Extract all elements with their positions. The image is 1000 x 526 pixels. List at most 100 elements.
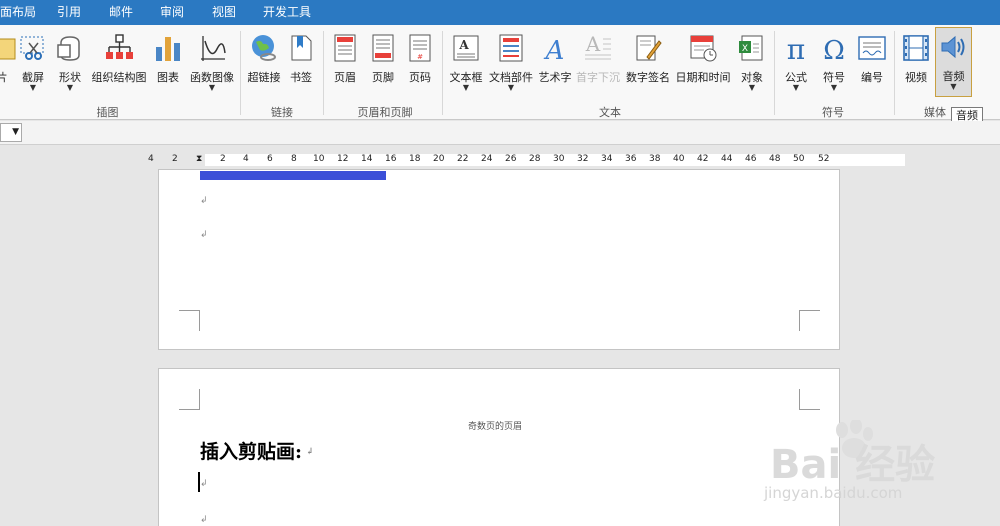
page-2[interactable]: 奇数页的页眉 插入剪贴画: ↲ ↲ ↲ — [158, 368, 840, 526]
audio-button[interactable]: 音频 ▼ — [935, 27, 972, 97]
ruler-tick: 50 — [793, 154, 805, 164]
omega-icon: Ω — [823, 36, 845, 63]
page-1[interactable]: ↲ ↲ — [158, 169, 840, 350]
numbering-icon — [858, 36, 886, 60]
menu-mailings[interactable]: 邮件 — [109, 0, 133, 25]
quick-parts-button[interactable]: 文档部件 ▼ — [487, 29, 535, 117]
smartart-label: 组织结构图 — [91, 71, 147, 84]
calendar-clock-icon — [690, 35, 717, 62]
horizontal-ruler[interactable]: 4 2 ⧗ 2 4 6 8 10 12 14 16 18 20 22 24 26… — [143, 154, 905, 166]
ruler-tick: 4 — [243, 154, 249, 164]
group-label-header-footer: 页眉和页脚 — [357, 106, 413, 119]
svg-text:Ω: Ω — [823, 36, 845, 63]
menu-references[interactable]: 引用 — [57, 0, 81, 25]
chevron-down-icon: ▼ — [507, 83, 515, 92]
ruler-tick: 40 — [673, 154, 685, 164]
function-image-button[interactable]: 函数图像 ▼ — [186, 29, 238, 117]
speaker-icon — [941, 35, 964, 59]
pi-icon: π — [787, 33, 805, 63]
group-label-symbols: 符号 — [822, 106, 844, 119]
bar-chart-icon — [156, 37, 180, 61]
equation-button[interactable]: π 公式 ▼ — [778, 29, 814, 117]
style-dropdown[interactable]: ▼ — [0, 123, 22, 142]
picture-button[interactable]: 片 — [0, 29, 16, 117]
chevron-down-icon: ▼ — [792, 83, 800, 92]
watermark-url: jingyan.baidu.com — [764, 484, 903, 502]
margin-corner — [799, 389, 820, 410]
numbering-label: 编号 — [861, 71, 883, 84]
ruler-tick: 52 — [818, 154, 830, 164]
paragraph-mark: ↲ — [200, 230, 208, 240]
ruler-tick: 10 — [313, 154, 325, 164]
wordart-label: 艺术字 — [538, 71, 572, 84]
watermark-brand: Bai 经验 — [770, 442, 936, 488]
ruler-tick: 46 — [745, 154, 757, 164]
margin-corner — [179, 389, 200, 410]
chart-button[interactable]: 图表 — [150, 29, 186, 117]
shapes-icon — [57, 36, 80, 61]
screenshot-button[interactable]: 截屏 ▼ — [14, 29, 52, 117]
group-label-text: 文本 — [599, 106, 621, 119]
ruler-tick: 8 — [291, 154, 297, 164]
margin-corner — [179, 310, 200, 331]
group-label-links: 链接 — [271, 106, 293, 119]
group-label-illustrations: 插图 — [96, 106, 119, 119]
ruler-tick: 6 — [267, 154, 273, 164]
org-chart-icon — [106, 34, 133, 59]
hyperlink-label: 超链接 — [247, 71, 281, 84]
header-text: 奇数页的页眉 — [468, 422, 523, 432]
hyperlink-text[interactable] — [200, 171, 386, 180]
datetime-button[interactable]: 日期和时间 — [674, 29, 732, 117]
ruler-tick: 32 — [577, 154, 589, 164]
ruler-tick: 18 — [409, 154, 421, 164]
menu-view[interactable]: 视图 — [212, 0, 236, 25]
footer-label: 页脚 — [372, 71, 394, 84]
chevron-down-icon: ▼ — [66, 83, 74, 92]
chevron-down-icon: ▼ — [462, 83, 470, 92]
ruler-tick: 4 — [148, 154, 154, 164]
ruler-tick: 14 — [361, 154, 373, 164]
ruler-tick: 42 — [697, 154, 709, 164]
textbox-button[interactable]: A 文本框 ▼ — [446, 29, 486, 117]
paragraph-mark: ↲ — [200, 515, 208, 525]
chevron-down-icon: ▼ — [29, 83, 37, 92]
bookmark-label: 书签 — [290, 71, 312, 84]
ruler-tick: 24 — [481, 154, 493, 164]
drop-cap-label: 首字下沉 — [576, 71, 620, 84]
picture-label: 片 — [0, 71, 8, 84]
signature-pen-icon — [636, 35, 662, 61]
paragraph-mark: ↲ — [200, 196, 208, 206]
video-label: 视频 — [905, 71, 927, 84]
group-separator — [323, 31, 324, 115]
ruler-tick: 38 — [649, 154, 661, 164]
ruler-tick: 22 — [457, 154, 469, 164]
object-icon: X — [739, 35, 763, 61]
menu-bar: 面布局 引用 邮件 审阅 视图 开发工具 — [0, 0, 1000, 25]
film-icon — [903, 35, 929, 61]
chevron-down-icon: ▼ — [208, 83, 216, 92]
textbox-icon: A — [453, 35, 479, 61]
header-icon — [334, 34, 356, 62]
bookmark-icon — [291, 35, 312, 61]
paragraph-mark: ↲ — [200, 479, 208, 489]
indent-marker[interactable]: ⧗ — [196, 154, 202, 164]
wordart-icon: A — [544, 36, 565, 63]
svg-text:π: π — [787, 33, 805, 63]
menu-developer[interactable]: 开发工具 — [263, 0, 311, 25]
ruler-tick: 44 — [721, 154, 733, 164]
scissors-icon — [20, 36, 44, 60]
footer-icon — [372, 34, 394, 62]
chart-label: 图表 — [157, 71, 179, 84]
object-button[interactable]: X 对象 ▼ — [734, 29, 770, 117]
datetime-label: 日期和时间 — [675, 71, 731, 84]
ruler-tick: 34 — [601, 154, 613, 164]
numbering-button[interactable]: 编号 — [854, 29, 890, 117]
group-separator — [442, 31, 443, 115]
menu-page-layout[interactable]: 面布局 — [0, 0, 36, 25]
ruler-tick: 20 — [433, 154, 445, 164]
ruler-tick: 2 — [220, 154, 226, 164]
ruler-tick: 12 — [337, 154, 349, 164]
menu-review[interactable]: 审阅 — [160, 0, 184, 25]
wordart-button[interactable]: A 艺术字 — [536, 29, 574, 117]
group-separator — [774, 31, 775, 115]
